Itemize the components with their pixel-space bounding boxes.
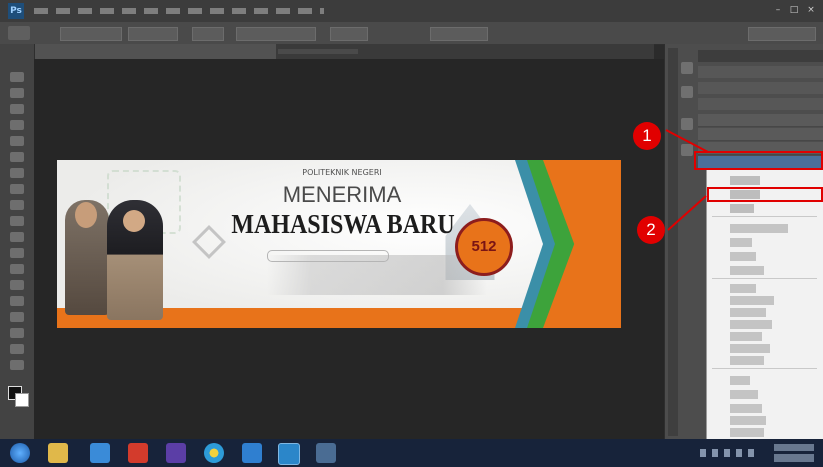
file-explorer-icon[interactable]: [48, 443, 68, 463]
marquee-tool-icon[interactable]: [10, 88, 24, 98]
annotation-arrow-2: [667, 195, 707, 231]
photoshop-taskbar-icon[interactable]: [278, 443, 300, 465]
maximize-icon[interactable]: □: [788, 5, 800, 15]
history-brush-icon[interactable]: [10, 216, 24, 226]
option-field[interactable]: [236, 27, 316, 41]
menu-item[interactable]: [730, 356, 764, 365]
properties-panel-icon[interactable]: [681, 86, 693, 98]
panel-collapse-bar[interactable]: [668, 48, 678, 436]
photoshop-icon[interactable]: Ps: [8, 3, 24, 19]
menu-separator: [712, 278, 817, 279]
minimize-icon[interactable]: –: [772, 5, 784, 15]
background-color-swatch[interactable]: [15, 393, 29, 407]
banner-headline-2: MAHASISWA BARU: [231, 209, 455, 240]
taskbar-app-icon[interactable]: [316, 443, 336, 463]
brush-tool-icon[interactable]: [10, 184, 24, 194]
taskbar-app-icon[interactable]: [90, 443, 110, 463]
stamp-tool-icon[interactable]: [10, 200, 24, 210]
eraser-tool-icon[interactable]: [10, 232, 24, 242]
menu-item[interactable]: [730, 428, 764, 437]
document-tab[interactable]: [34, 44, 276, 59]
pen-tool-icon[interactable]: [10, 296, 24, 306]
menu-item[interactable]: [730, 376, 750, 385]
menu-item[interactable]: [730, 204, 754, 213]
annotation-marker-1: 1: [633, 122, 661, 150]
menu-item[interactable]: [730, 266, 764, 275]
menu-item[interactable]: [730, 308, 766, 317]
banner-subtitle-box: [267, 250, 389, 262]
options-bar: [0, 22, 823, 45]
taskbar-app-icon[interactable]: [128, 443, 148, 463]
menu-item[interactable]: [730, 320, 772, 329]
menu-item[interactable]: [730, 404, 762, 413]
workspace-switcher[interactable]: [748, 27, 816, 41]
tool-preset-picker[interactable]: [8, 26, 30, 40]
document-tab-bar: [34, 44, 654, 59]
document-tab[interactable]: [278, 49, 358, 54]
opacity-row[interactable]: [698, 82, 823, 94]
shape-tool-icon[interactable]: [10, 344, 24, 354]
lasso-tool-icon[interactable]: [10, 104, 24, 114]
chrome-icon[interactable]: [204, 443, 224, 463]
system-tray-icons[interactable]: [700, 449, 760, 457]
move-tool-icon[interactable]: [10, 72, 24, 82]
windows-start-icon[interactable]: [10, 443, 30, 463]
blend-mode-row[interactable]: [698, 66, 823, 78]
annotation-highlight-menu-item: [707, 187, 823, 202]
path-select-tool-icon[interactable]: [10, 328, 24, 338]
annotation-marker-2: 2: [637, 216, 665, 244]
menu-bar: Ps – □ ×: [0, 0, 823, 23]
eyedropper-tool-icon[interactable]: [10, 152, 24, 162]
type-tool-icon[interactable]: [10, 312, 24, 322]
media-player-icon[interactable]: [166, 443, 186, 463]
option-field[interactable]: [192, 27, 224, 41]
menu-separator: [712, 368, 817, 369]
annotation-arrow-1: [665, 129, 709, 153]
menu-item[interactable]: [730, 224, 788, 233]
close-icon[interactable]: ×: [805, 5, 817, 15]
option-field[interactable]: [128, 27, 178, 41]
quick-select-tool-icon[interactable]: [10, 120, 24, 130]
logo-text: 512: [471, 238, 497, 255]
student-face: [75, 202, 97, 228]
menu-item[interactable]: [730, 252, 756, 261]
menu-separator: [712, 216, 817, 217]
option-field[interactable]: [60, 27, 122, 41]
lock-row[interactable]: [698, 98, 823, 110]
option-field[interactable]: [330, 27, 368, 41]
healing-tool-icon[interactable]: [10, 168, 24, 178]
menu-item[interactable]: [730, 390, 758, 399]
dodge-tool-icon[interactable]: [10, 280, 24, 290]
menu-item[interactable]: [730, 284, 756, 293]
panel-tab-header[interactable]: [698, 50, 823, 62]
taskbar-clock[interactable]: [774, 444, 814, 462]
menu-item[interactable]: [730, 344, 770, 353]
banner-top-text: POLITEKNIK NEGERI: [302, 168, 382, 177]
hand-tool-icon[interactable]: [10, 360, 24, 370]
banner-headline-1: MENERIMA: [282, 182, 402, 207]
gradient-tool-icon[interactable]: [10, 248, 24, 258]
menu-item[interactable]: [730, 176, 760, 185]
history-panel-icon[interactable]: [681, 62, 693, 74]
menu-item[interactable]: [730, 238, 752, 247]
menu-item[interactable]: [730, 332, 762, 341]
blur-tool-icon[interactable]: [10, 264, 24, 274]
student-face: [123, 210, 145, 232]
banner-artwork[interactable]: POLITEKNIK NEGERI MENERIMA MAHASISWA BAR…: [57, 160, 621, 328]
menu-item[interactable]: [730, 416, 766, 425]
menu-item[interactable]: [730, 296, 774, 305]
taskbar-app-icon[interactable]: [242, 443, 262, 463]
crop-tool-icon[interactable]: [10, 136, 24, 146]
option-field[interactable]: [430, 27, 488, 41]
menu-items[interactable]: [34, 8, 324, 14]
